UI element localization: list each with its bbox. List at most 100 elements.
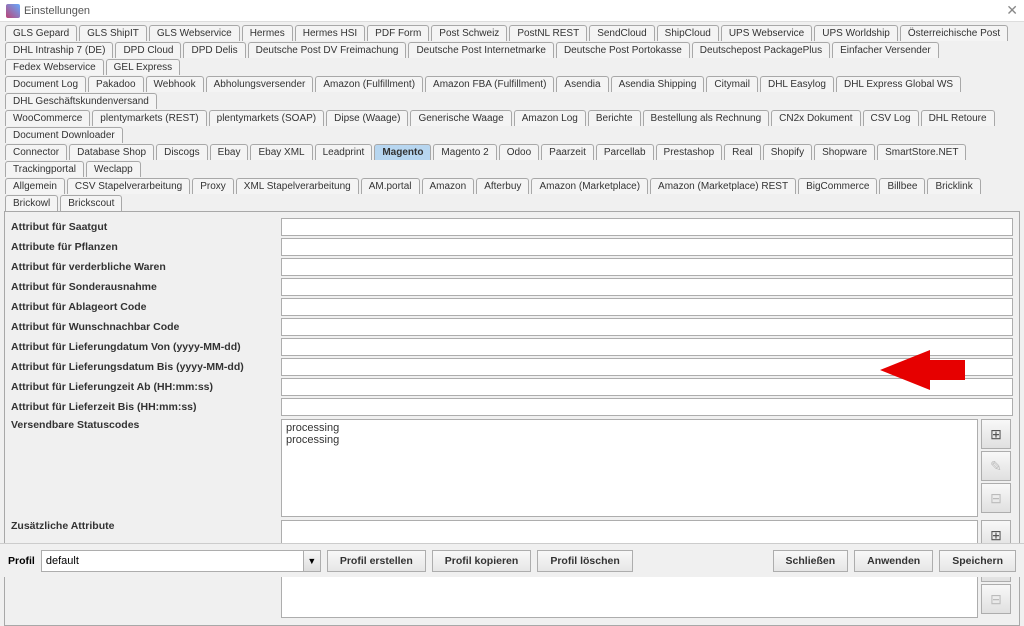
- create-profile-button[interactable]: Profil erstellen: [327, 550, 426, 572]
- remove-status-button[interactable]: ⊟: [981, 483, 1011, 513]
- tab-shopware[interactable]: Shopware: [814, 144, 875, 160]
- tab-smartstore-net[interactable]: SmartStore.NET: [877, 144, 966, 160]
- tab-dhl-intraship-7-de-[interactable]: DHL Intraship 7 (DE): [5, 42, 113, 58]
- tab-csv-log[interactable]: CSV Log: [863, 110, 919, 126]
- tab-pdf-form[interactable]: PDF Form: [367, 25, 429, 41]
- tab-postnl-rest[interactable]: PostNL REST: [509, 25, 587, 41]
- tab-dhl-gesch-ftskundenversand[interactable]: DHL Geschäftskundenversand: [5, 93, 157, 109]
- profile-input[interactable]: [41, 550, 303, 572]
- save-button[interactable]: Speichern: [939, 550, 1016, 572]
- remove-attribute-button[interactable]: ⊟: [981, 584, 1011, 614]
- tab-bricklink[interactable]: Bricklink: [927, 178, 980, 194]
- tab-gls-shipit[interactable]: GLS ShipIT: [79, 25, 147, 41]
- tab-sendcloud[interactable]: SendCloud: [589, 25, 654, 41]
- tab-deutsche-post-portokasse[interactable]: Deutsche Post Portokasse: [556, 42, 690, 58]
- tab-shipcloud[interactable]: ShipCloud: [657, 25, 719, 41]
- field-input-4[interactable]: [281, 298, 1013, 316]
- list-item[interactable]: processing: [286, 434, 973, 446]
- field-input-5[interactable]: [281, 318, 1013, 336]
- tab-document-downloader[interactable]: Document Downloader: [5, 127, 123, 143]
- tab-citymail[interactable]: Citymail: [706, 76, 758, 92]
- delete-profile-button[interactable]: Profil löschen: [537, 550, 632, 572]
- tab-bigcommerce[interactable]: BigCommerce: [798, 178, 877, 194]
- tab-amazon[interactable]: Amazon: [422, 178, 475, 194]
- tab-amazon-fulfillment-[interactable]: Amazon (Fulfillment): [315, 76, 423, 92]
- tab-cn2x-dokument[interactable]: CN2x Dokument: [771, 110, 860, 126]
- tab-dpd-delis[interactable]: DPD Delis: [183, 42, 245, 58]
- edit-status-button[interactable]: ✎: [981, 451, 1011, 481]
- tab-xml-stapelverarbeitung[interactable]: XML Stapelverarbeitung: [236, 178, 359, 194]
- tab-plentymarkets-rest-[interactable]: plentymarkets (REST): [92, 110, 206, 126]
- tab-am-portal[interactable]: AM.portal: [361, 178, 420, 194]
- tab-billbee[interactable]: Billbee: [879, 178, 925, 194]
- tab-webhook[interactable]: Webhook: [146, 76, 204, 92]
- tab-odoo[interactable]: Odoo: [499, 144, 539, 160]
- tab-plentymarkets-soap-[interactable]: plentymarkets (SOAP): [209, 110, 324, 126]
- tab-csv-stapelverarbeitung[interactable]: CSV Stapelverarbeitung: [67, 178, 190, 194]
- tab-dhl-retoure[interactable]: DHL Retoure: [921, 110, 995, 126]
- field-input-8[interactable]: [281, 378, 1013, 396]
- tab-amazon-marketplace-rest[interactable]: Amazon (Marketplace) REST: [650, 178, 796, 194]
- tab-trackingportal[interactable]: Trackingportal: [5, 161, 84, 177]
- tab-weclapp[interactable]: Weclapp: [86, 161, 141, 177]
- tab-ebay-xml[interactable]: Ebay XML: [250, 144, 312, 160]
- tab-dhl-easylog[interactable]: DHL Easylog: [760, 76, 834, 92]
- tab-amazon-marketplace-[interactable]: Amazon (Marketplace): [531, 178, 648, 194]
- tab-parcellab[interactable]: Parcellab: [596, 144, 654, 160]
- tab-abholungsversender[interactable]: Abholungsversender: [206, 76, 314, 92]
- tab-brickowl[interactable]: Brickowl: [5, 195, 58, 211]
- tab-asendia-shipping[interactable]: Asendia Shipping: [611, 76, 705, 92]
- tab-gls-webservice[interactable]: GLS Webservice: [149, 25, 240, 41]
- tab-paarzeit[interactable]: Paarzeit: [541, 144, 594, 160]
- field-input-0[interactable]: [281, 218, 1013, 236]
- tab-deutsche-post-dv-freimachung[interactable]: Deutsche Post DV Freimachung: [248, 42, 407, 58]
- tab-ups-worldship[interactable]: UPS Worldship: [814, 25, 898, 41]
- tab-real[interactable]: Real: [724, 144, 761, 160]
- tab-document-log[interactable]: Document Log: [5, 76, 86, 92]
- tab-hermes-hsi[interactable]: Hermes HSI: [295, 25, 365, 41]
- tab-magento[interactable]: Magento: [374, 144, 431, 160]
- tab-gls-gepard[interactable]: GLS Gepard: [5, 25, 77, 41]
- tab-shopify[interactable]: Shopify: [763, 144, 812, 160]
- copy-profile-button[interactable]: Profil kopieren: [432, 550, 532, 572]
- tab-post-schweiz[interactable]: Post Schweiz: [431, 25, 507, 41]
- tab-database-shop[interactable]: Database Shop: [69, 144, 154, 160]
- field-input-9[interactable]: [281, 398, 1013, 416]
- tab-einfacher-versender[interactable]: Einfacher Versender: [832, 42, 939, 58]
- tab-allgemein[interactable]: Allgemein: [5, 178, 65, 194]
- tab-dpd-cloud[interactable]: DPD Cloud: [115, 42, 181, 58]
- tab-asendia[interactable]: Asendia: [556, 76, 608, 92]
- tab-hermes[interactable]: Hermes: [242, 25, 293, 41]
- tab-amazon-fba-fulfillment-[interactable]: Amazon FBA (Fulfillment): [425, 76, 554, 92]
- tab-brickscout[interactable]: Brickscout: [60, 195, 122, 211]
- close-icon[interactable]: ✕: [1006, 2, 1018, 19]
- tab-bestellung-als-rechnung[interactable]: Bestellung als Rechnung: [643, 110, 770, 126]
- field-input-1[interactable]: [281, 238, 1013, 256]
- profile-select[interactable]: ▼: [41, 550, 321, 572]
- tab-leadprint[interactable]: Leadprint: [315, 144, 373, 160]
- tab-gel-express[interactable]: GEL Express: [106, 59, 181, 75]
- tab-magento-2[interactable]: Magento 2: [433, 144, 496, 160]
- tab-prestashop[interactable]: Prestashop: [656, 144, 723, 160]
- tab-ups-webservice[interactable]: UPS Webservice: [721, 25, 812, 41]
- field-input-2[interactable]: [281, 258, 1013, 276]
- field-input-6[interactable]: [281, 338, 1013, 356]
- tab--sterreichische-post[interactable]: Österreichische Post: [900, 25, 1008, 41]
- tab-discogs[interactable]: Discogs: [156, 144, 208, 160]
- tab-generische-waage[interactable]: Generische Waage: [410, 110, 511, 126]
- chevron-down-icon[interactable]: ▼: [303, 550, 321, 572]
- tab-amazon-log[interactable]: Amazon Log: [514, 110, 586, 126]
- field-input-3[interactable]: [281, 278, 1013, 296]
- tab-ebay[interactable]: Ebay: [210, 144, 249, 160]
- tab-woocommerce[interactable]: WooCommerce: [5, 110, 90, 126]
- tab-pakadoo[interactable]: Pakadoo: [88, 76, 143, 92]
- tab-deutschepost-packageplus[interactable]: Deutschepost PackagePlus: [692, 42, 830, 58]
- statuscodes-list[interactable]: processingprocessing: [281, 419, 978, 517]
- tab-dipse-waage-[interactable]: Dipse (Waage): [326, 110, 408, 126]
- tab-proxy[interactable]: Proxy: [192, 178, 234, 194]
- add-status-button[interactable]: ⊞: [981, 419, 1011, 449]
- tab-dhl-express-global-ws[interactable]: DHL Express Global WS: [836, 76, 961, 92]
- tab-afterbuy[interactable]: Afterbuy: [476, 178, 529, 194]
- close-button[interactable]: Schließen: [773, 550, 849, 572]
- field-input-7[interactable]: [281, 358, 1013, 376]
